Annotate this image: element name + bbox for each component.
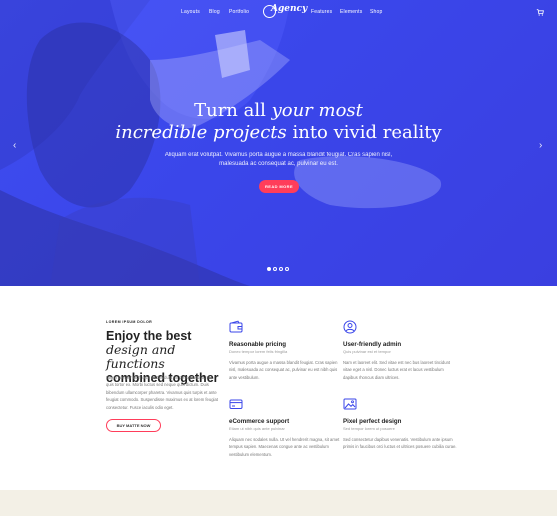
top-navigation: Layouts Blog Portfolio Agency Features E… xyxy=(0,0,557,24)
nav-item-features[interactable]: Features xyxy=(311,9,332,15)
nav-item-shop[interactable]: Shop xyxy=(370,9,382,15)
intro-heading-emphasis: design and functions xyxy=(106,342,176,371)
feature-title: Reasonable pricing xyxy=(229,341,287,348)
feature-text: Sed consectetur dapibus venenatis. Vesti… xyxy=(343,437,457,450)
cart-icon[interactable] xyxy=(536,8,544,16)
hero-title-line2: incredible projects into vivid reality xyxy=(0,122,557,144)
feature-text: Vivamus porta augue a massa blandit feug… xyxy=(229,360,338,380)
slider-dot[interactable] xyxy=(273,267,277,271)
nav-item-elements[interactable]: Elements xyxy=(340,9,362,15)
feature-subtitle: Donec tempor lorem felis fringilla xyxy=(229,349,288,354)
feature-title: eCommerce support xyxy=(229,418,290,425)
intro-heading-line2: design and functions xyxy=(106,343,226,371)
slider-dot[interactable] xyxy=(279,267,283,271)
feature-text: Aliquam nec sodales nulla. Ut vel hendre… xyxy=(229,437,340,457)
hero-slider: Layouts Blog Portfolio Agency Features E… xyxy=(0,0,557,286)
credit-card-icon xyxy=(229,399,243,409)
nav-item-blog[interactable]: Blog xyxy=(209,9,220,15)
intro-eyebrow: LOREM IPSUM DOLOR xyxy=(106,320,153,324)
site-logo[interactable]: Agency xyxy=(263,3,307,19)
image-icon xyxy=(343,398,357,410)
hero-title-emphasis-2: incredible projects xyxy=(115,122,287,143)
feature-subtitle: Quis pulvinar est et tempor xyxy=(343,349,391,354)
slider-dot-active[interactable] xyxy=(267,267,271,271)
hero-title-plain-2: into vivid reality xyxy=(286,122,442,143)
slider-dot[interactable] xyxy=(285,267,289,271)
feature-title: Pixel perfect design xyxy=(343,418,402,425)
footer-band xyxy=(0,490,557,516)
intro-heading-line1: Enjoy the best xyxy=(106,329,192,343)
hero-subtitle: Aliquam erat volutpat. Vivamus porta aug… xyxy=(164,152,393,167)
nav-item-portfolio[interactable]: Portfolio xyxy=(229,9,249,15)
slider-prev-arrow-icon[interactable]: ‹ xyxy=(13,140,16,151)
feature-title: User-friendly admin xyxy=(343,341,402,348)
hero-title: Turn all your most incredible projects i… xyxy=(0,100,557,144)
feature-subtitle: Sed tempor lorem ut posuere xyxy=(343,426,395,431)
hero-title-line1: Turn all your most xyxy=(0,100,557,122)
slider-pagination xyxy=(267,267,291,273)
logo-text: Agency xyxy=(271,4,308,14)
hero-title-emphasis-1: your most xyxy=(271,100,363,121)
wallet-icon xyxy=(229,320,243,333)
feature-text: Nam et laoreet elit. Sed vitae est nec b… xyxy=(343,360,451,380)
user-icon xyxy=(343,320,357,334)
hero-title-plain-1: Turn all xyxy=(194,100,272,121)
slider-next-arrow-icon[interactable]: › xyxy=(539,140,542,151)
feature-subtitle: Etiam ut nibh quis ante pulvinar xyxy=(229,426,285,431)
buy-now-button[interactable]: BUY MATTE NOW xyxy=(106,419,161,432)
nav-item-layouts[interactable]: Layouts xyxy=(181,9,200,15)
intro-text: Etiam semper nibh orci, ac tincidunt mi … xyxy=(106,375,218,410)
read-more-button[interactable]: READ MORE xyxy=(259,180,299,193)
